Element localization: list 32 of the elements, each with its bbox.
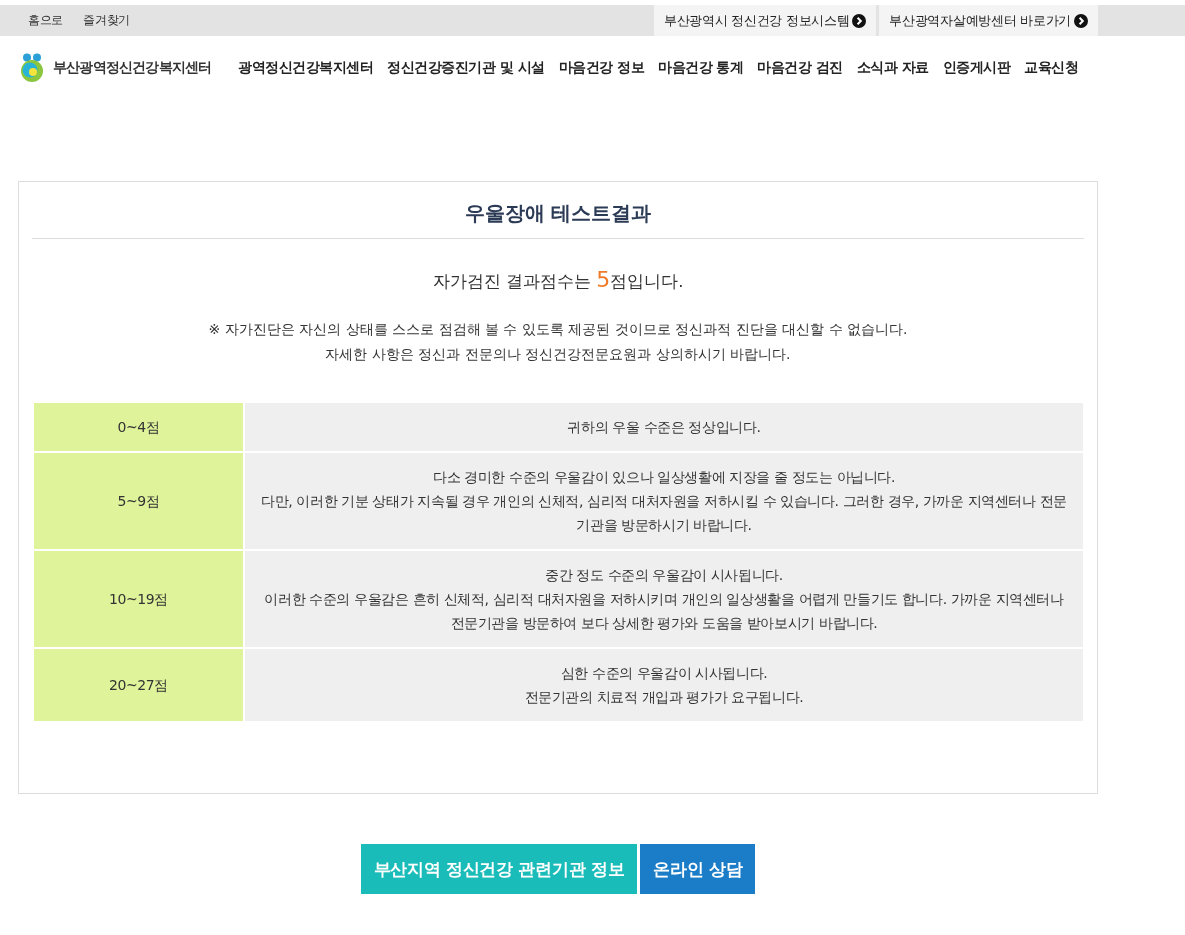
description-text: 중간 정도 수준의 우울감이 시사됩니다. xyxy=(544,566,784,585)
score-range-cell: 10~19점 xyxy=(34,551,243,647)
nav-item[interactable]: 마음건강 통계 xyxy=(658,59,744,77)
nav-item[interactable]: 정신건강증진기관 및 시설 xyxy=(387,59,545,77)
top-link[interactable]: 즐겨찾기 xyxy=(83,13,130,28)
score-sentence: 자가검진 결과점수는 5점입니다. xyxy=(431,266,685,294)
score-range-cell: 20~27점 xyxy=(34,649,243,721)
notice-text: 자세한 사항은 정신과 전문의나 정신건강전문요원과 상의하시기 바랍니다. xyxy=(324,345,792,364)
shortcut-link[interactable]: 부산광역시 정신건강 정보시스템 xyxy=(653,5,877,36)
description-text: 다소 경미한 수준의 우울감이 있으나 일상생활에 지장을 줄 정도는 아닙니다. xyxy=(431,468,897,487)
logo-icon[interactable] xyxy=(18,53,46,83)
score-range-cell: 5~9점 xyxy=(34,453,243,549)
arrow-circle-icon xyxy=(852,13,867,28)
site-title[interactable]: 부산광역정신건강복지센터 xyxy=(53,59,212,77)
description-text: 전문기관의 치료적 개입과 평가가 요구됩니다. xyxy=(523,688,805,707)
nav-item[interactable]: 광역정신건강복지센터 xyxy=(238,59,374,77)
nav-item[interactable]: 소식과 자료 xyxy=(856,59,929,77)
nav-item[interactable]: 교육신청 xyxy=(1024,59,1079,77)
arrow-circle-icon xyxy=(1074,13,1088,28)
description-text: 심한 수준의 우울감이 시사됩니다. xyxy=(559,664,769,683)
description-text: 다만, 이러한 기분 상태가 지속될 경우 개인의 신체적, 심리적 대처자원을 저하시킬 수 있습니다. 그러한 경우, 가까운 지역센터나 전문기관을 방문하시기 바랍니다. xyxy=(260,492,1068,535)
result-title: 우울장애 테스트결과 xyxy=(32,182,1084,239)
top-link[interactable]: 홈으로 xyxy=(28,13,64,28)
nav-item[interactable]: 마음건강 정보 xyxy=(558,59,645,77)
shortcut-link[interactable]: 부산광역자살예방센터 바로가기 xyxy=(879,5,1098,36)
nav-item[interactable]: 마음건강 검진 xyxy=(757,59,843,77)
nav-item[interactable]: 인증게시판 xyxy=(942,59,1011,77)
description-text: 귀하의 우울 수준은 정상입니다. xyxy=(566,418,762,437)
action-button[interactable]: 온라인 상담 xyxy=(640,844,756,894)
score-range-cell: 0~4점 xyxy=(34,403,243,451)
description-text: 이러한 수준의 우울감은 흔히 신체적, 심리적 대처자원을 저하시키며 개인의 일상생활을 어렵게 만들기도 합니다. 가까운 지역센터나 전문기관을 방문하여 보다 상세한 평가와 도움을 받아보시기 바랍니다. xyxy=(263,590,1065,633)
notice-text: ※ 자가진단은 자신의 상태를 스스로 점검해 볼 수 있도록 제공된 것이므로 정신과적 진단을 대신할 수 없습니다. xyxy=(207,320,909,339)
